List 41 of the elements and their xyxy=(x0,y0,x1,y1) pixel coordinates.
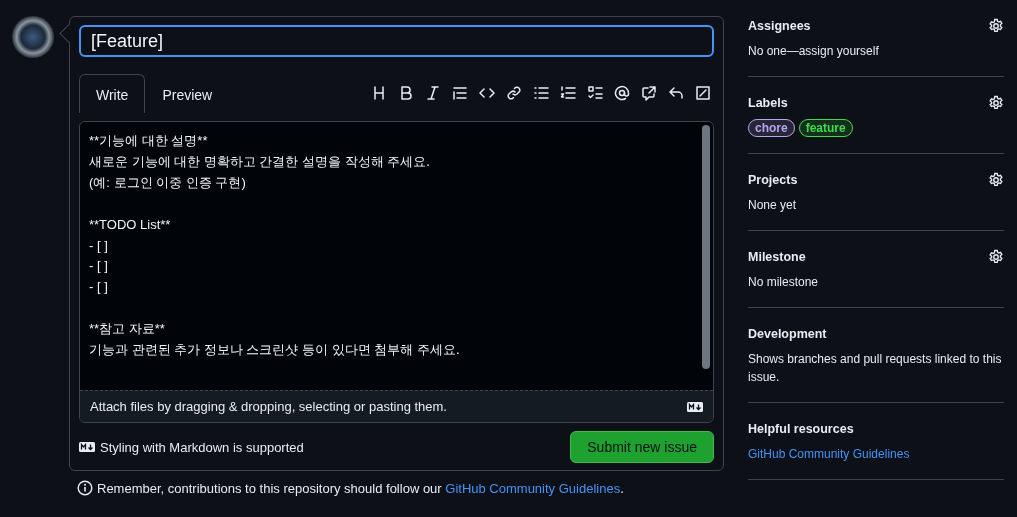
tasks-icon[interactable] xyxy=(587,85,603,101)
code-icon[interactable] xyxy=(479,85,495,101)
reference-icon[interactable] xyxy=(641,85,657,101)
markdown-icon xyxy=(79,442,95,452)
numbers-icon[interactable] xyxy=(560,85,576,101)
settings-icon[interactable] xyxy=(988,18,1004,34)
section-title: Assignees xyxy=(748,19,811,33)
label-tag[interactable]: chore xyxy=(748,119,795,137)
bold-icon[interactable] xyxy=(398,85,414,101)
guidelines-link[interactable]: GitHub Community Guidelines xyxy=(748,447,910,461)
submit-button[interactable]: Submit new issue xyxy=(570,431,714,463)
editor-tab[interactable]: Preview xyxy=(145,74,230,113)
markdown-note: Styling with Markdown is supported xyxy=(100,439,304,455)
italic-icon[interactable] xyxy=(425,85,441,101)
section-value: None yet xyxy=(748,197,798,214)
settings-icon[interactable] xyxy=(988,249,1004,265)
info-icon xyxy=(77,480,93,496)
label-tag[interactable]: feature xyxy=(798,119,853,137)
heading-icon[interactable] xyxy=(371,85,387,101)
bullets-icon[interactable] xyxy=(533,85,549,101)
section-value: No one—assign yourself xyxy=(748,43,880,60)
section-value: Shows branches and pull requests linked to this issue. xyxy=(748,351,1003,386)
settings-icon[interactable] xyxy=(988,172,1004,188)
title-field[interactable]: [Feature] xyxy=(79,25,714,57)
reminder-text: Remember, contributions to this repository should follow our GitHub Community Guidelines. xyxy=(97,480,624,496)
reply-icon[interactable] xyxy=(668,85,684,101)
section-title: Milestone xyxy=(748,250,806,264)
section-title: Helpful resources xyxy=(748,422,854,436)
link-icon[interactable] xyxy=(506,85,522,101)
mention-icon[interactable] xyxy=(614,85,630,101)
editor-tab[interactable]: Write xyxy=(79,74,146,113)
section-title: Labels xyxy=(748,96,788,110)
fullscreen-icon[interactable] xyxy=(695,85,711,101)
section-title: Development xyxy=(748,327,827,341)
settings-icon[interactable] xyxy=(988,95,1004,111)
body-field[interactable]: **기능에 대한 설명** 새로운 기능에 대한 명확하고 간결한 설명을 작성해 주세요. (예: 로그인 이중 인증 구현) **TODO List** - [ ] - [ ] - [ ] **참고 자료** 기능과 관련된 추가 정보나 스크린샷 등이 있다면 첨부해 주세요. xyxy=(80,122,713,390)
section-value: No milestone xyxy=(748,274,820,291)
avatar[interactable] xyxy=(12,16,54,58)
quote-icon[interactable] xyxy=(452,85,468,101)
section-title: Projects xyxy=(748,173,798,187)
markdown-icon xyxy=(687,401,703,412)
